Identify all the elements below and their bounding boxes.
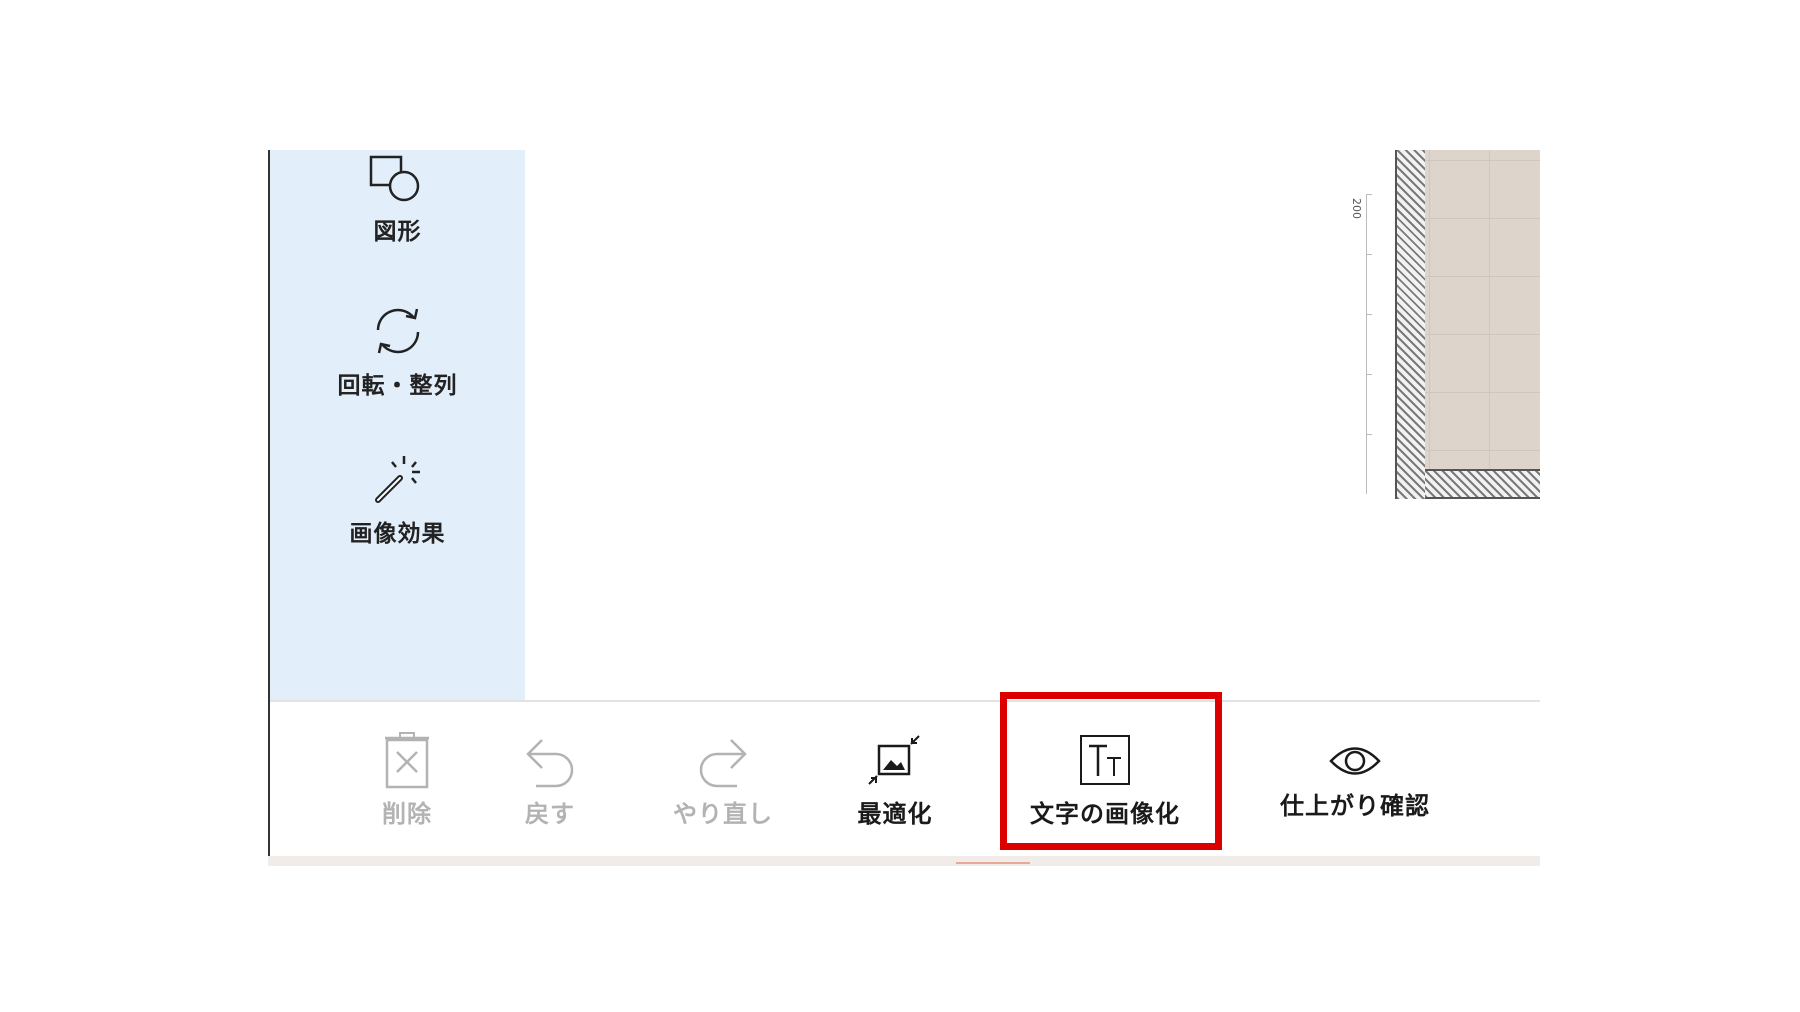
ruler-label: 200	[1350, 198, 1363, 219]
ruler-tick	[1366, 314, 1372, 315]
preview-label: 仕上がり確認	[1280, 792, 1430, 820]
trash-icon	[385, 732, 429, 789]
side-panel: 図形 回転・整列 画像効果	[270, 150, 525, 700]
wall-bottom	[1425, 469, 1540, 499]
vertical-ruler	[1366, 194, 1367, 494]
preview-button[interactable]: 仕上がり確認	[1255, 740, 1455, 821]
shapes-tool[interactable]: 図形	[270, 154, 525, 246]
wall-left	[1395, 150, 1425, 499]
magic-wand-icon	[374, 456, 420, 503]
rotate-align-tool[interactable]: 回転・整列	[270, 302, 525, 400]
undo-icon	[526, 739, 574, 788]
undo-button[interactable]: 戻す	[500, 732, 600, 829]
bottom-toolbar: 削除 戻す やり直し 最適化 文字の画像化 仕上がり確認	[270, 702, 1540, 856]
optimize-label: 最適化	[857, 800, 933, 828]
eye-icon	[1329, 747, 1381, 775]
design-canvas[interactable]	[525, 150, 1540, 700]
text-to-image-label: 文字の画像化	[1030, 800, 1180, 828]
ruler-tick	[1366, 254, 1372, 255]
text-format-icon	[1080, 735, 1130, 785]
ruler-tick	[1366, 194, 1372, 195]
redo-button[interactable]: やり直し	[648, 732, 798, 829]
optimize-button[interactable]: 最適化	[840, 732, 950, 829]
undo-label: 戻す	[525, 800, 575, 828]
delete-label: 削除	[382, 800, 432, 828]
rotate-align-label: 回転・整列	[337, 373, 458, 399]
text-to-image-button[interactable]: 文字の画像化	[1015, 732, 1195, 829]
rotate-icon	[376, 308, 419, 354]
redo-label: やり直し	[673, 800, 773, 828]
fit-image-icon	[868, 735, 920, 785]
bottom-indicator	[956, 862, 1030, 864]
image-effects-label: 画像効果	[349, 521, 446, 547]
ruler-tick	[1366, 434, 1372, 435]
shapes-label: 図形	[373, 219, 422, 245]
bottom-strip	[268, 856, 1540, 866]
delete-button[interactable]: 削除	[362, 732, 452, 829]
image-effects-tool[interactable]: 画像効果	[270, 452, 525, 548]
shapes-icon	[369, 155, 419, 202]
redo-icon	[699, 739, 747, 788]
ruler-tick	[1366, 374, 1372, 375]
room-floor	[1425, 150, 1540, 469]
